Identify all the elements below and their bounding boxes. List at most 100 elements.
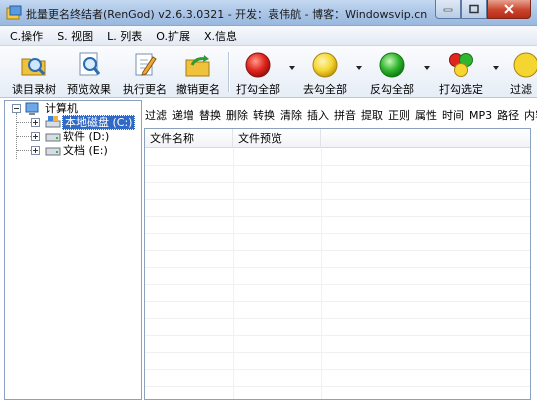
list-grid-line xyxy=(145,318,530,319)
menu-operate[interactable]: C.操作 xyxy=(10,28,43,44)
tree-item-drive-e[interactable]: 文档 (E:) xyxy=(63,144,108,158)
list-grid-line xyxy=(145,301,530,302)
folder-undo-icon xyxy=(185,55,210,77)
title-bar: 批量更名终结者(RenGod) v2.6.3.0321 - 开发：袁伟航 - 博… xyxy=(0,0,537,26)
tab-path[interactable]: 路径 xyxy=(497,107,519,123)
multi-color-circles-icon xyxy=(449,53,473,77)
check-all-label: 打勾全部 xyxy=(236,83,280,96)
close-icon xyxy=(504,4,514,14)
tree-connector xyxy=(17,150,31,151)
tab-convert[interactable]: 转换 xyxy=(253,107,275,123)
list-grid-line xyxy=(145,335,530,336)
toolbar-separator xyxy=(228,52,229,92)
invert-button[interactable]: 反勾全部 xyxy=(366,49,418,96)
list-grid-line xyxy=(145,284,530,285)
preview-button[interactable]: 预览效果 xyxy=(63,49,115,96)
list-grid-line xyxy=(233,148,234,399)
yellow-circle-icon xyxy=(312,52,338,78)
tree-item-drive-c-label: 本地磁盘 (C:) xyxy=(62,115,136,130)
invert-dropdown-icon[interactable] xyxy=(424,66,430,70)
filter-icon xyxy=(513,52,537,78)
tab-regex[interactable]: 正则 xyxy=(388,107,410,123)
undo-button[interactable]: 撤销更名 xyxy=(172,49,224,96)
list-grid-line xyxy=(145,369,530,370)
toolbar: 读目录树 预览效果 执行更名 撤销更名 打勾全部 去勾全部 反勾全部 打勾选定 … xyxy=(0,46,537,98)
list-header: 文件名称 文件预览 xyxy=(145,129,530,148)
tab-clear[interactable]: 清除 xyxy=(280,107,302,123)
red-circle-icon xyxy=(245,52,271,78)
uncheck-all-button[interactable]: 去勾全部 xyxy=(299,49,351,96)
list-grid-line xyxy=(145,182,530,183)
expand-toggle-e[interactable] xyxy=(31,146,40,155)
edit-pencil-icon xyxy=(135,53,157,76)
tree-connector xyxy=(17,136,31,137)
check-all-dropdown-icon[interactable] xyxy=(289,66,295,70)
column-header-preview[interactable]: 文件预览 xyxy=(233,129,321,148)
folder-search-icon xyxy=(21,58,46,76)
menu-view[interactable]: S. 视图 xyxy=(57,28,93,44)
preview-icon xyxy=(79,52,101,76)
execute-button[interactable]: 执行更名 xyxy=(119,49,171,96)
preview-label: 预览效果 xyxy=(67,83,111,96)
uncheck-all-label: 去勾全部 xyxy=(303,83,347,96)
close-button[interactable] xyxy=(487,0,531,19)
tab-attributes[interactable]: 属性 xyxy=(415,107,437,123)
tree-connector xyxy=(17,122,31,123)
menu-list[interactable]: L. 列表 xyxy=(107,28,142,44)
menu-info[interactable]: X.信息 xyxy=(204,28,237,44)
menu-extend[interactable]: O.扩展 xyxy=(156,28,190,44)
list-grid-line xyxy=(145,386,530,387)
expand-toggle-d[interactable] xyxy=(31,132,40,141)
green-circle-icon xyxy=(379,52,405,78)
execute-label: 执行更名 xyxy=(123,83,167,96)
list-grid-line xyxy=(145,199,530,200)
tab-content[interactable]: 内容 xyxy=(524,107,537,123)
list-grid-line xyxy=(145,352,530,353)
computer-icon xyxy=(25,102,39,115)
function-tabs: 过滤 递增 替换 删除 转换 清除 插入 拼音 提取 正则 属性 时间 MP3 … xyxy=(145,104,537,126)
undo-label: 撤销更名 xyxy=(176,83,220,96)
check-all-button[interactable]: 打勾全部 xyxy=(232,49,284,96)
collapse-toggle-computer[interactable] xyxy=(12,104,21,113)
menu-bar: C.操作 S. 视图 L. 列表 O.扩展 X.信息 xyxy=(0,26,537,46)
tab-increment[interactable]: 递增 xyxy=(172,107,194,123)
list-grid-line xyxy=(321,148,322,399)
tab-replace[interactable]: 替换 xyxy=(199,107,221,123)
list-grid-line xyxy=(145,250,530,251)
file-list[interactable]: 文件名称 文件预览 xyxy=(144,128,531,400)
filter-button[interactable]: 过滤 xyxy=(504,49,537,95)
maximize-button[interactable] xyxy=(461,0,487,19)
list-grid-line xyxy=(145,216,530,217)
tab-delete[interactable]: 删除 xyxy=(226,107,248,123)
read-dir-button[interactable]: 读目录树 xyxy=(8,49,60,96)
drive-icon xyxy=(45,133,61,142)
app-icon xyxy=(6,5,22,20)
list-grid-line xyxy=(145,267,530,268)
filter-label: 过滤 xyxy=(510,83,532,95)
expand-toggle-c[interactable] xyxy=(31,118,40,127)
read-dir-label: 读目录树 xyxy=(12,83,56,96)
window-title: 批量更名终结者(RenGod) v2.6.3.0321 - 开发：袁伟航 - 博… xyxy=(26,8,428,21)
invert-label: 反勾全部 xyxy=(370,83,414,96)
tree-item-drive-d[interactable]: 软件 (D:) xyxy=(63,130,109,144)
check-selected-dropdown-icon[interactable] xyxy=(493,66,499,70)
uncheck-all-dropdown-icon[interactable] xyxy=(356,66,362,70)
system-drive-icon xyxy=(45,116,61,128)
column-header-filename[interactable]: 文件名称 xyxy=(145,129,233,148)
tab-filter[interactable]: 过滤 xyxy=(145,107,167,123)
tree-item-computer[interactable]: 计算机 xyxy=(45,102,78,116)
tab-extract[interactable]: 提取 xyxy=(361,107,383,123)
maximize-icon xyxy=(469,4,479,14)
tab-pinyin[interactable]: 拼音 xyxy=(334,107,356,123)
drive-icon xyxy=(45,147,61,156)
tab-mp3[interactable]: MP3 xyxy=(469,109,492,122)
tab-time[interactable]: 时间 xyxy=(442,107,464,123)
check-selected-button[interactable]: 打勾选定 xyxy=(434,49,488,96)
tab-insert[interactable]: 插入 xyxy=(307,107,329,123)
directory-tree[interactable]: 计算机 本地磁盘 (C:) 软件 (D:) 文档 (E:) xyxy=(4,100,142,400)
list-grid-line xyxy=(145,233,530,234)
tree-item-drive-c[interactable]: 本地磁盘 (C:) xyxy=(62,115,136,130)
list-grid-line xyxy=(145,165,530,166)
check-selected-label: 打勾选定 xyxy=(439,83,483,96)
minimize-button[interactable] xyxy=(435,0,461,19)
